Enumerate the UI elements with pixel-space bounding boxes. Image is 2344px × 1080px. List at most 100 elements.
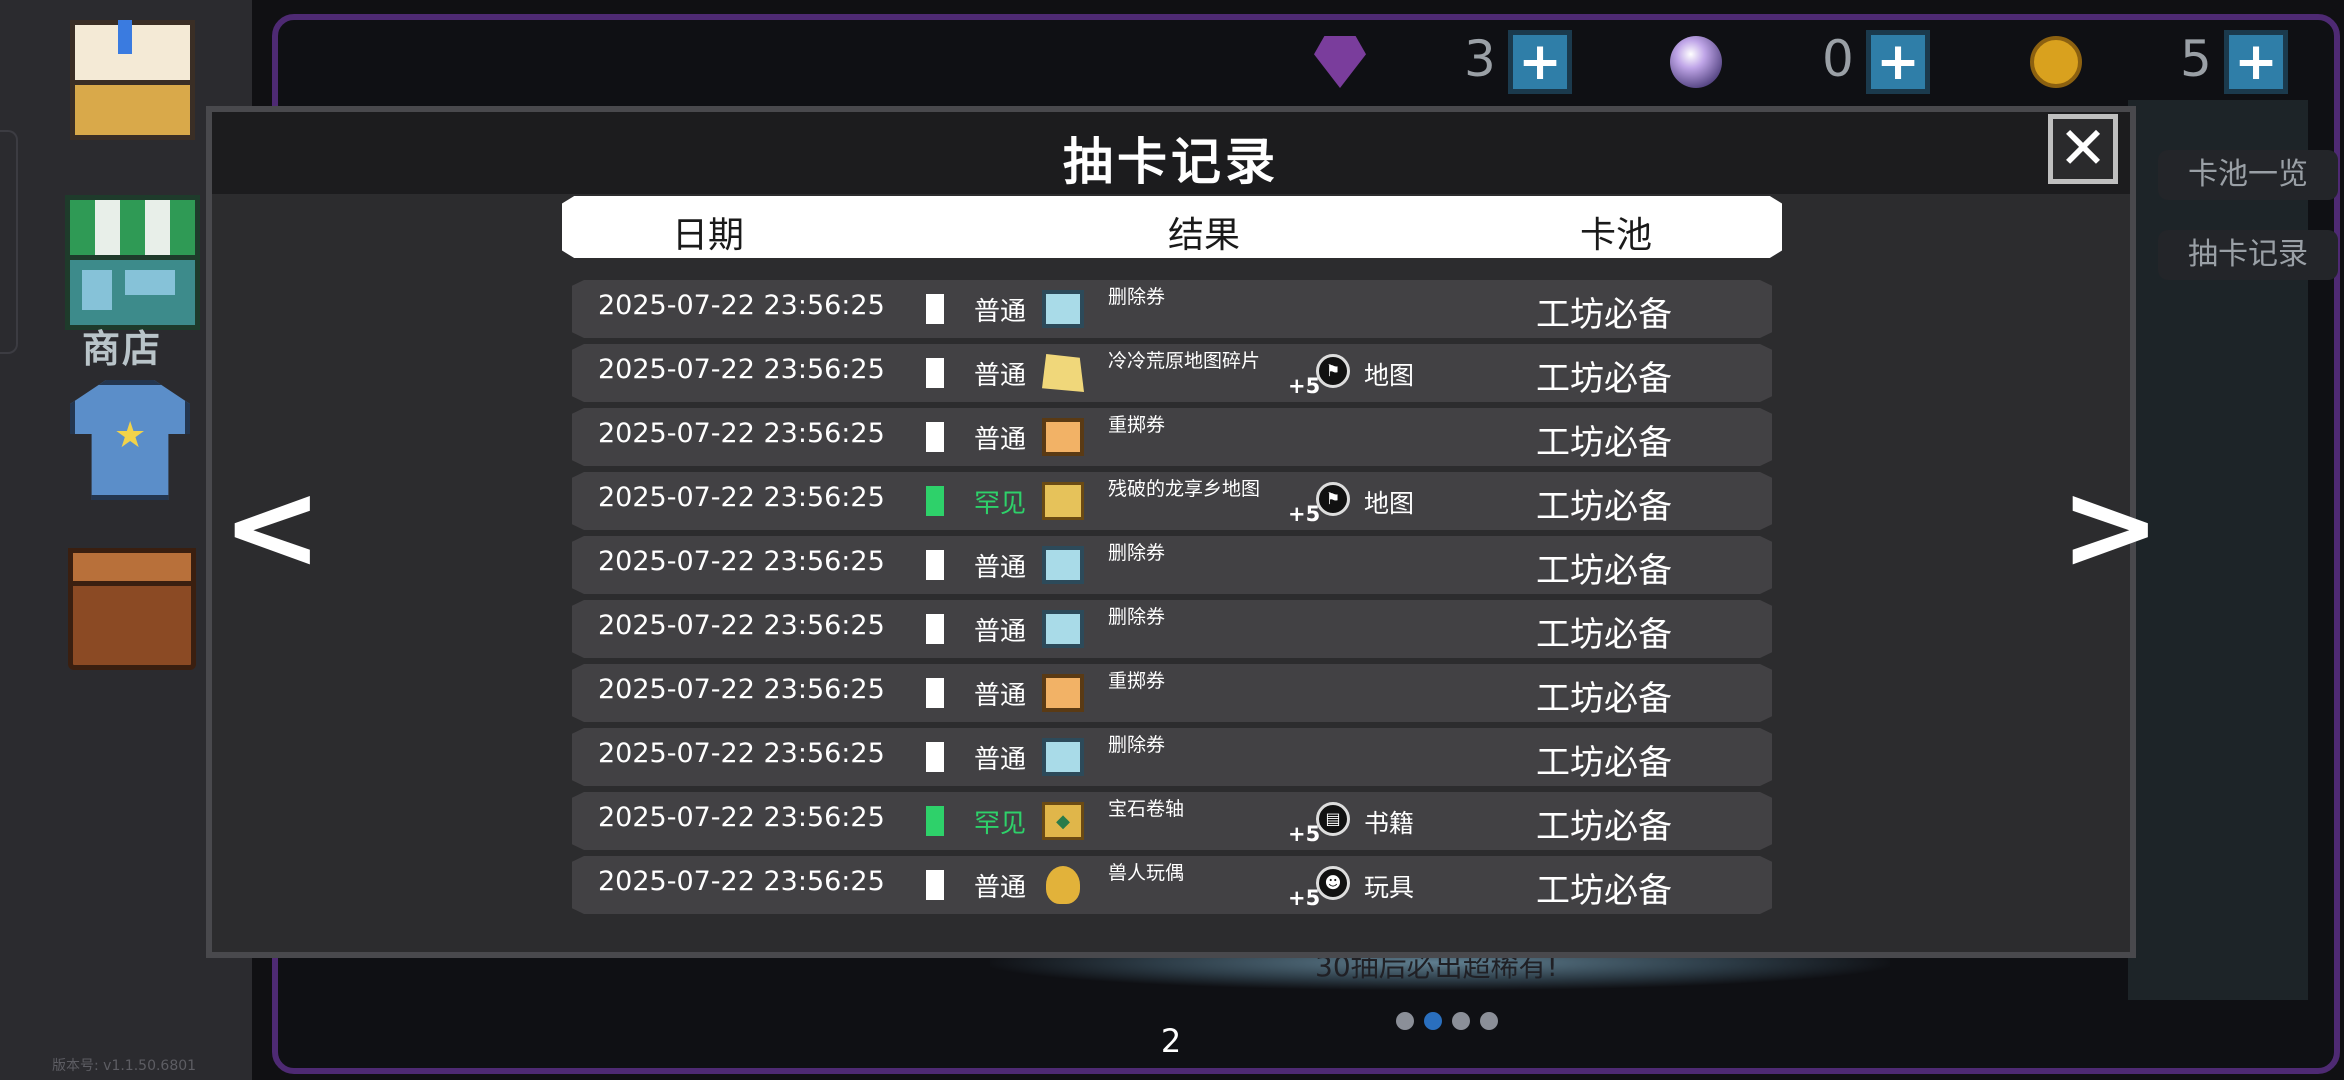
row-pool: 工坊必备	[1536, 487, 1672, 527]
gem-count: 3	[1464, 30, 1496, 88]
add-orb-button[interactable]: +	[1866, 30, 1930, 94]
row-plus: +5	[1288, 502, 1321, 526]
pool-list-button[interactable]: 卡池一览	[2158, 150, 2338, 200]
sidebar-handle[interactable]	[0, 130, 18, 354]
column-result: 结果	[1168, 215, 1241, 256]
row-date: 2025-07-22 23:56:25	[598, 482, 885, 513]
row-date: 2025-07-22 23:56:25	[598, 866, 885, 897]
delete-ticket-icon	[1042, 546, 1084, 584]
delete-ticket-icon	[1042, 738, 1084, 776]
book-icon: ▤	[1316, 802, 1350, 836]
table-row[interactable]: 2025-07-22 23:56:25 普通 重掷券 工坊必备	[572, 664, 1772, 722]
row-item-name: 重掷券	[1108, 670, 1166, 692]
rarity-bar	[926, 678, 944, 708]
row-pool: 工坊必备	[1536, 743, 1672, 783]
coin-count: 5	[2180, 30, 2212, 88]
row-tag: 书籍	[1364, 809, 1415, 838]
orb-count: 0	[1822, 30, 1854, 88]
row-rarity: 普通	[974, 617, 1027, 647]
table-row[interactable]: 2025-07-22 23:56:25 普通 冷冷荒原地图碎片 +5 ⚑ 地图 工坊必备	[572, 344, 1772, 402]
row-item-name: 删除券	[1108, 606, 1166, 628]
column-date: 日期	[672, 215, 745, 256]
row-date: 2025-07-22 23:56:25	[598, 418, 885, 449]
row-date: 2025-07-22 23:56:25	[598, 354, 885, 385]
row-pool: 工坊必备	[1536, 551, 1672, 591]
table-row[interactable]: 2025-07-22 23:56:25 罕见 残破的龙享乡地图 +5 ⚑ 地图 工坊必备	[572, 472, 1772, 530]
coin-icon	[2030, 36, 2082, 88]
row-rarity: 普通	[974, 361, 1027, 391]
toy-icon: ☻	[1316, 866, 1350, 900]
row-item-name: 重掷券	[1108, 414, 1166, 436]
shop-label[interactable]: 商店	[82, 318, 162, 373]
row-rarity: 普通	[974, 553, 1027, 583]
rarity-bar	[926, 486, 944, 516]
row-plus: +5	[1288, 374, 1321, 398]
prev-page-button[interactable]: <	[222, 468, 323, 588]
row-rarity: 普通	[974, 425, 1027, 455]
delete-ticket-icon	[1042, 610, 1084, 648]
table-row[interactable]: 2025-07-22 23:56:25 普通 删除券 工坊必备	[572, 600, 1772, 658]
table-row[interactable]: 2025-07-22 23:56:25 罕见 ◆ 宝石卷轴 +5 ▤ 书籍 工坊必备	[572, 792, 1772, 850]
row-rarity: 罕见	[974, 809, 1027, 839]
row-rarity: 罕见	[974, 489, 1027, 519]
row-tag: 玩具	[1364, 873, 1415, 902]
flag-icon: ⚑	[1316, 354, 1350, 388]
row-item-name: 冷冷荒原地图碎片	[1108, 350, 1261, 372]
add-coin-button[interactable]: +	[2224, 30, 2288, 94]
rarity-bar	[926, 294, 944, 324]
row-rarity: 普通	[974, 297, 1027, 327]
row-item-name: 宝石卷轴	[1108, 798, 1185, 820]
table-row[interactable]: 2025-07-22 23:56:25 普通 兽人玩偶 +5 ☻ 玩具 工坊必备	[572, 856, 1772, 914]
row-pool: 工坊必备	[1536, 359, 1672, 399]
row-rarity: 普通	[974, 745, 1027, 775]
history-list: 2025-07-22 23:56:25 普通 删除券 工坊必备 2025-07-22 2…	[572, 280, 1772, 920]
row-pool: 工坊必备	[1536, 423, 1672, 463]
row-rarity: 普通	[974, 681, 1027, 711]
reroll-ticket-icon	[1042, 418, 1084, 456]
row-tag: 地图	[1364, 361, 1415, 390]
row-pool: 工坊必备	[1536, 295, 1672, 335]
add-gem-button[interactable]: +	[1508, 30, 1572, 94]
table-row[interactable]: 2025-07-22 23:56:25 普通 删除券 工坊必备	[572, 280, 1772, 338]
rarity-bar	[926, 870, 944, 900]
rarity-bar	[926, 614, 944, 644]
rarity-bar	[926, 422, 944, 452]
row-date: 2025-07-22 23:56:25	[598, 290, 885, 321]
row-pool: 工坊必备	[1536, 615, 1672, 655]
row-plus: +5	[1288, 822, 1321, 846]
map-icon	[1042, 482, 1084, 520]
table-row[interactable]: 2025-07-22 23:56:25 普通 删除券 工坊必备	[572, 536, 1772, 594]
row-item-name: 兽人玩偶	[1108, 862, 1185, 884]
rarity-bar	[926, 550, 944, 580]
map-fragment-icon	[1042, 354, 1084, 392]
row-item-name: 删除券	[1108, 734, 1166, 756]
rarity-bar	[926, 742, 944, 772]
modal-title: 抽卡记录	[1063, 133, 1279, 191]
row-date: 2025-07-22 23:56:25	[598, 738, 885, 769]
row-pool: 工坊必备	[1536, 679, 1672, 719]
orc-doll-icon	[1046, 866, 1080, 904]
row-item-name: 删除券	[1108, 286, 1166, 308]
row-date: 2025-07-22 23:56:25	[598, 610, 885, 641]
row-plus: +5	[1288, 886, 1321, 910]
flag-icon: ⚑	[1316, 482, 1350, 516]
rarity-bar	[926, 806, 944, 836]
draw-history-button[interactable]: 抽卡记录	[2158, 230, 2338, 280]
row-date: 2025-07-22 23:56:25	[598, 802, 885, 833]
row-tag: 地图	[1364, 489, 1415, 518]
table-row[interactable]: 2025-07-22 23:56:25 普通 删除券 工坊必备	[572, 728, 1772, 786]
row-pool: 工坊必备	[1536, 871, 1672, 911]
next-page-button[interactable]: >	[2060, 468, 2161, 588]
reroll-ticket-icon	[1042, 674, 1084, 712]
row-date: 2025-07-22 23:56:25	[598, 674, 885, 705]
modal-header: 抽卡记录	[212, 112, 2130, 194]
version-label: 版本号: v1.1.50.6801	[52, 1058, 197, 1074]
row-rarity: 普通	[974, 873, 1027, 903]
column-pool: 卡池	[1580, 215, 1653, 256]
row-item-name: 删除券	[1108, 542, 1166, 564]
close-button[interactable]: ✕	[2048, 114, 2118, 184]
orb-icon	[1670, 36, 1722, 88]
table-row[interactable]: 2025-07-22 23:56:25 普通 重掷券 工坊必备	[572, 408, 1772, 466]
page-number: 2	[1160, 1022, 1182, 1060]
row-item-name: 残破的龙享乡地图	[1108, 478, 1261, 500]
